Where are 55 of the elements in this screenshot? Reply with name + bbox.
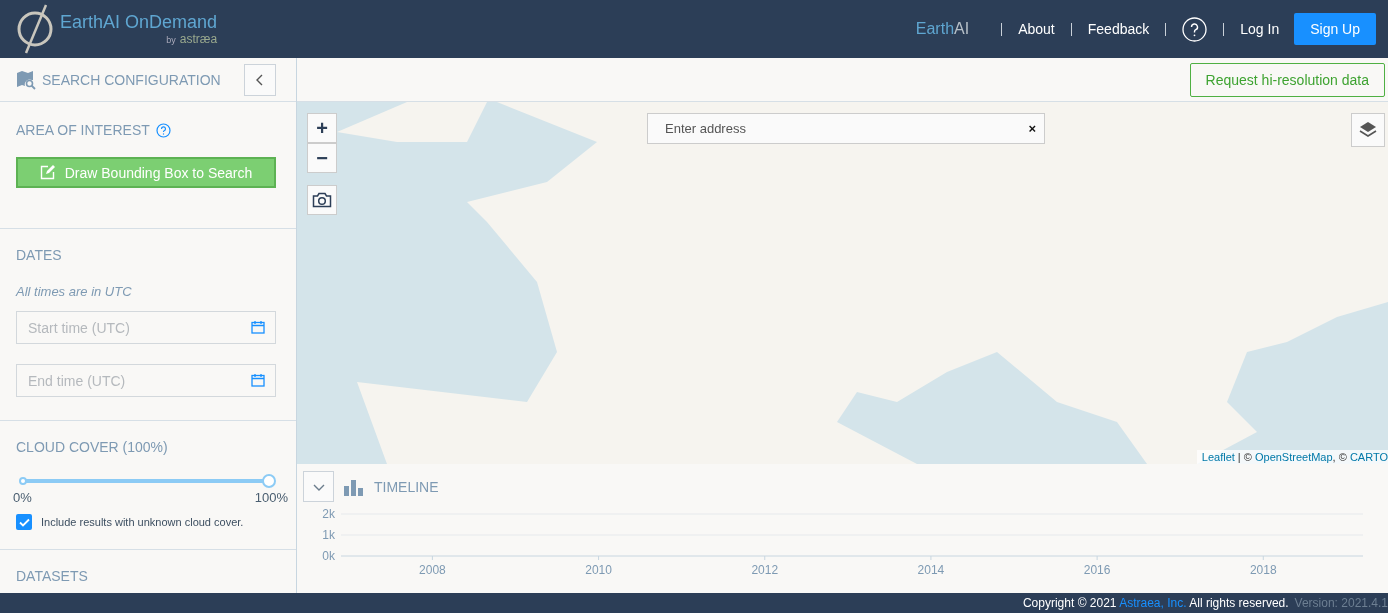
date-field[interactable]: Start time (UTC)	[16, 311, 276, 344]
attribution-link[interactable]: Leaflet	[1201, 451, 1235, 463]
map-search-icon	[16, 69, 36, 90]
address-search-field[interactable]: Enter address ×	[647, 113, 1045, 144]
layers-button[interactable]	[1351, 113, 1385, 147]
slider-max-label: 100%	[254, 490, 288, 505]
section-title: DATES	[16, 247, 62, 263]
panel-title: SEARCH CONFIGURATION	[42, 71, 222, 88]
map-attribution: Leaflet | © OpenStreetMap, © CARTO	[1196, 450, 1388, 464]
section-title: CLOUD COVER (100%)	[16, 439, 168, 455]
timezone-note: All times are in UTC	[16, 284, 133, 299]
zoom-out-button[interactable]: −	[307, 143, 337, 173]
layers-icon	[1359, 121, 1377, 139]
x-tick-label: 2012	[751, 563, 779, 577]
screenshot-button[interactable]	[307, 185, 337, 215]
clear-button[interactable]: ×	[1028, 121, 1036, 136]
calendar-icon[interactable]	[251, 320, 265, 334]
version-text: Version: 2021.4.1	[1294, 596, 1388, 610]
x-tick-label: 2010	[585, 563, 612, 577]
company-link[interactable]: Astraea, Inc.	[1119, 596, 1187, 610]
edit-icon	[39, 165, 55, 180]
timeline-title: TIMELINE	[374, 478, 439, 495]
nav-link[interactable]: Log In	[1240, 21, 1280, 37]
checkbox-label: Include results with unknown cloud cover.	[41, 516, 244, 528]
nav-link[interactable]: About	[1018, 21, 1055, 37]
sign-up-button[interactable]: Sign Up	[1294, 13, 1376, 45]
logo-byline: by	[166, 35, 176, 45]
x-tick-label: 2018	[1249, 563, 1277, 577]
x-tick-label: 2014	[917, 563, 945, 577]
logo-company: astræa	[179, 32, 218, 46]
slider-min-label: 0%	[13, 490, 32, 505]
expand-button[interactable]	[303, 471, 334, 502]
logo-icon	[16, 3, 54, 55]
x-tick-label: 2008	[419, 563, 446, 577]
nav-link[interactable]: Feedback	[1087, 21, 1150, 37]
attribution-link[interactable]: OpenStreetMap	[1254, 451, 1333, 463]
collapse-button[interactable]	[244, 63, 276, 96]
bar-chart-icon	[344, 477, 364, 496]
chevron-left-icon	[255, 72, 265, 87]
zoom-in-button[interactable]: +	[307, 113, 337, 143]
x-tick-label: 2016	[1083, 563, 1111, 577]
section-title: DATASETS	[16, 568, 88, 584]
calendar-icon[interactable]	[251, 373, 265, 387]
camera-icon	[312, 192, 332, 208]
checkbox[interactable]	[16, 514, 32, 530]
brand-link[interactable]: EarthAI	[915, 20, 970, 38]
logo-title: EarthAI OnDemand	[60, 12, 218, 33]
section-title: AREA OF INTEREST	[16, 122, 150, 138]
date-field[interactable]: End time (UTC)	[16, 364, 276, 397]
y-tick-label: 0k	[322, 549, 335, 563]
attribution-link[interactable]: CARTO	[1349, 451, 1388, 463]
y-tick-label: 2k	[322, 507, 335, 521]
y-tick-label: 1k	[322, 528, 335, 542]
copyright-text: Copyright © 2021 Astraea, Inc. All rights reserved.	[1022, 596, 1289, 610]
request-data-button[interactable]: Request hi-resolution data	[1189, 62, 1385, 97]
